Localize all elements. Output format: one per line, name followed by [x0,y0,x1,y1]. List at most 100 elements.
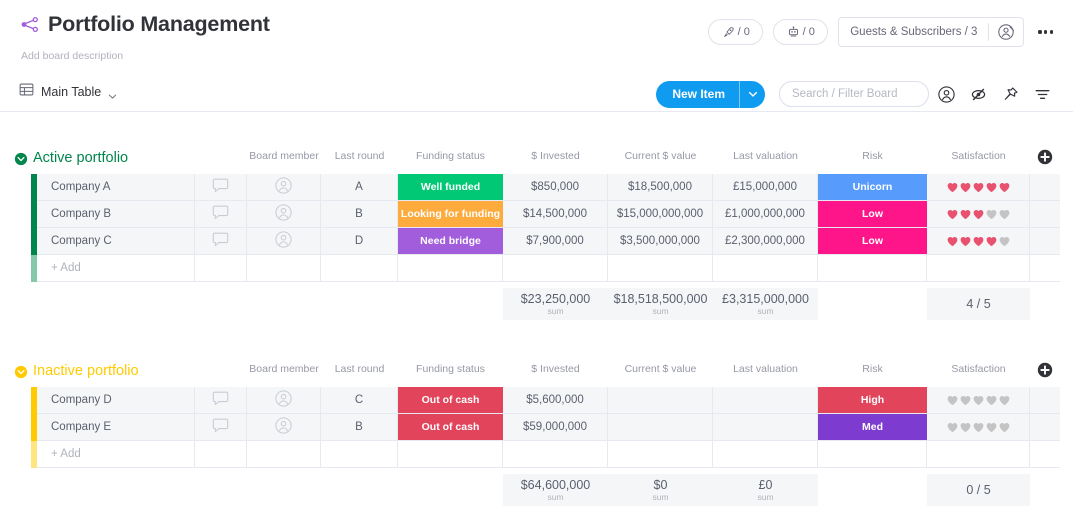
column-header[interactable]: Current $ value [608,363,713,375]
comment-icon[interactable] [211,416,230,438]
column-header[interactable]: Board member [247,363,321,375]
collapse-caret-icon[interactable] [14,152,28,166]
person-placeholder-icon[interactable] [274,203,293,225]
comment-icon[interactable] [211,203,230,225]
cell-current-value[interactable] [608,387,713,414]
summary-current-value[interactable]: $18,518,500,000 sum [608,288,713,320]
cell-invested[interactable]: $14,500,000 [503,201,608,228]
cell-invested[interactable]: $59,000,000 [503,414,608,441]
cell-item-name[interactable]: Company C [37,228,195,255]
cell-last-round[interactable]: B [321,201,398,228]
guests-subscribers-box[interactable]: Guests & Subscribers / 3 [838,17,1025,47]
add-item-row[interactable]: + Add [0,441,1073,468]
cell-invested[interactable]: $7,900,000 [503,228,608,255]
cell-funding-status[interactable]: Well funded [398,174,503,201]
person-placeholder-icon[interactable] [274,416,293,438]
new-item-dropdown-chevron-down-icon[interactable] [740,81,765,108]
status-badge[interactable]: Need bridge [398,228,503,254]
comment-icon[interactable] [211,389,230,411]
cell-satisfaction[interactable] [927,174,1030,201]
cell-funding-status[interactable]: Looking for funding [398,201,503,228]
person-placeholder-icon[interactable] [274,230,293,252]
summary-satisfaction[interactable]: 4 / 5 [927,288,1030,320]
cell-empty[interactable] [1030,201,1060,228]
status-badge[interactable]: High [818,387,927,413]
group-title[interactable]: Inactive portfolio [33,361,139,381]
tab-main-table[interactable]: Main Table [19,82,117,102]
column-header[interactable]: Current $ value [608,150,713,162]
column-header[interactable]: Funding status [398,363,503,375]
eye-off-icon[interactable] [963,80,993,108]
cell-board-member[interactable] [247,201,321,228]
cell-board-member[interactable] [247,228,321,255]
cell-invested[interactable]: $850,000 [503,174,608,201]
board-description[interactable]: Add board description [21,50,123,62]
cell-risk[interactable]: Low [818,228,927,255]
add-item-label[interactable]: + Add [51,441,81,468]
cell-satisfaction[interactable] [927,387,1030,414]
cell-risk[interactable]: Unicorn [818,174,927,201]
cell-current-value[interactable] [608,414,713,441]
status-badge[interactable]: Low [818,228,927,254]
cell-comments[interactable] [195,228,247,255]
cell-comments[interactable] [195,174,247,201]
summary-current-value[interactable]: $0 sum [608,474,713,506]
cell-last-valuation[interactable]: £1,000,000,000 [713,201,818,228]
new-item-button[interactable]: New Item [656,80,765,108]
cell-satisfaction[interactable] [927,228,1030,255]
column-header[interactable]: Satisfaction [927,363,1030,375]
rating-hearts[interactable] [947,182,1010,193]
cell-current-value[interactable]: $15,000,000,000 [608,201,713,228]
cell-board-member[interactable] [247,387,321,414]
search-input[interactable] [780,88,928,100]
cell-current-value[interactable]: $18,500,000 [608,174,713,201]
cell-funding-status[interactable]: Out of cash [398,414,503,441]
summary-last-valuation[interactable]: £3,315,000,000 sum [713,288,818,320]
add-item-row[interactable]: + Add [0,255,1073,282]
status-badge[interactable]: Unicorn [818,174,927,200]
column-header[interactable]: Funding status [398,150,503,162]
cell-last-round[interactable]: A [321,174,398,201]
column-header[interactable]: Board member [247,150,321,162]
comment-icon[interactable] [211,176,230,198]
cell-last-valuation[interactable]: £15,000,000 [713,174,818,201]
cell-risk[interactable]: Low [818,201,927,228]
status-badge[interactable]: Low [818,201,927,227]
cell-empty[interactable] [1030,174,1060,201]
search-filter-box[interactable] [779,81,929,107]
column-header[interactable]: Last valuation [713,150,818,162]
collapse-caret-icon[interactable] [14,365,28,379]
cell-last-valuation[interactable] [713,414,818,441]
cell-satisfaction[interactable] [927,414,1030,441]
integrations-counter-button[interactable]: / 0 [773,19,829,45]
cell-item-name[interactable]: Company A [37,174,195,201]
person-placeholder-icon[interactable] [274,389,293,411]
cell-item-name[interactable]: Company D [37,387,195,414]
status-badge[interactable]: Looking for funding [398,201,503,227]
add-column-icon[interactable] [1037,362,1053,378]
rating-hearts[interactable] [947,422,1010,433]
status-badge[interactable]: Out of cash [398,414,503,440]
comment-icon[interactable] [211,230,230,252]
cell-satisfaction[interactable] [927,201,1030,228]
column-header[interactable]: $ Invested [503,150,608,162]
cell-board-member[interactable] [247,174,321,201]
cell-last-round[interactable]: C [321,387,398,414]
status-badge[interactable]: Med [818,414,927,440]
cell-last-valuation[interactable]: £2,300,000,000 [713,228,818,255]
add-person-icon[interactable] [989,18,1023,46]
cell-board-member[interactable] [247,414,321,441]
column-header[interactable]: Satisfaction [927,150,1030,162]
rating-hearts[interactable] [947,395,1010,406]
cell-empty[interactable] [1030,414,1060,441]
cell-current-value[interactable]: $3,500,000,000 [608,228,713,255]
cell-risk[interactable]: Med [818,414,927,441]
cell-item-name[interactable]: Company E [37,414,195,441]
group-title[interactable]: Active portfolio [33,148,128,168]
rating-hearts[interactable] [947,236,1010,247]
summary-satisfaction[interactable]: 0 / 5 [927,474,1030,506]
person-icon[interactable] [931,80,961,108]
filter-icon[interactable] [1027,80,1057,108]
column-header[interactable]: Last round [321,150,398,162]
cell-empty[interactable] [1030,228,1060,255]
